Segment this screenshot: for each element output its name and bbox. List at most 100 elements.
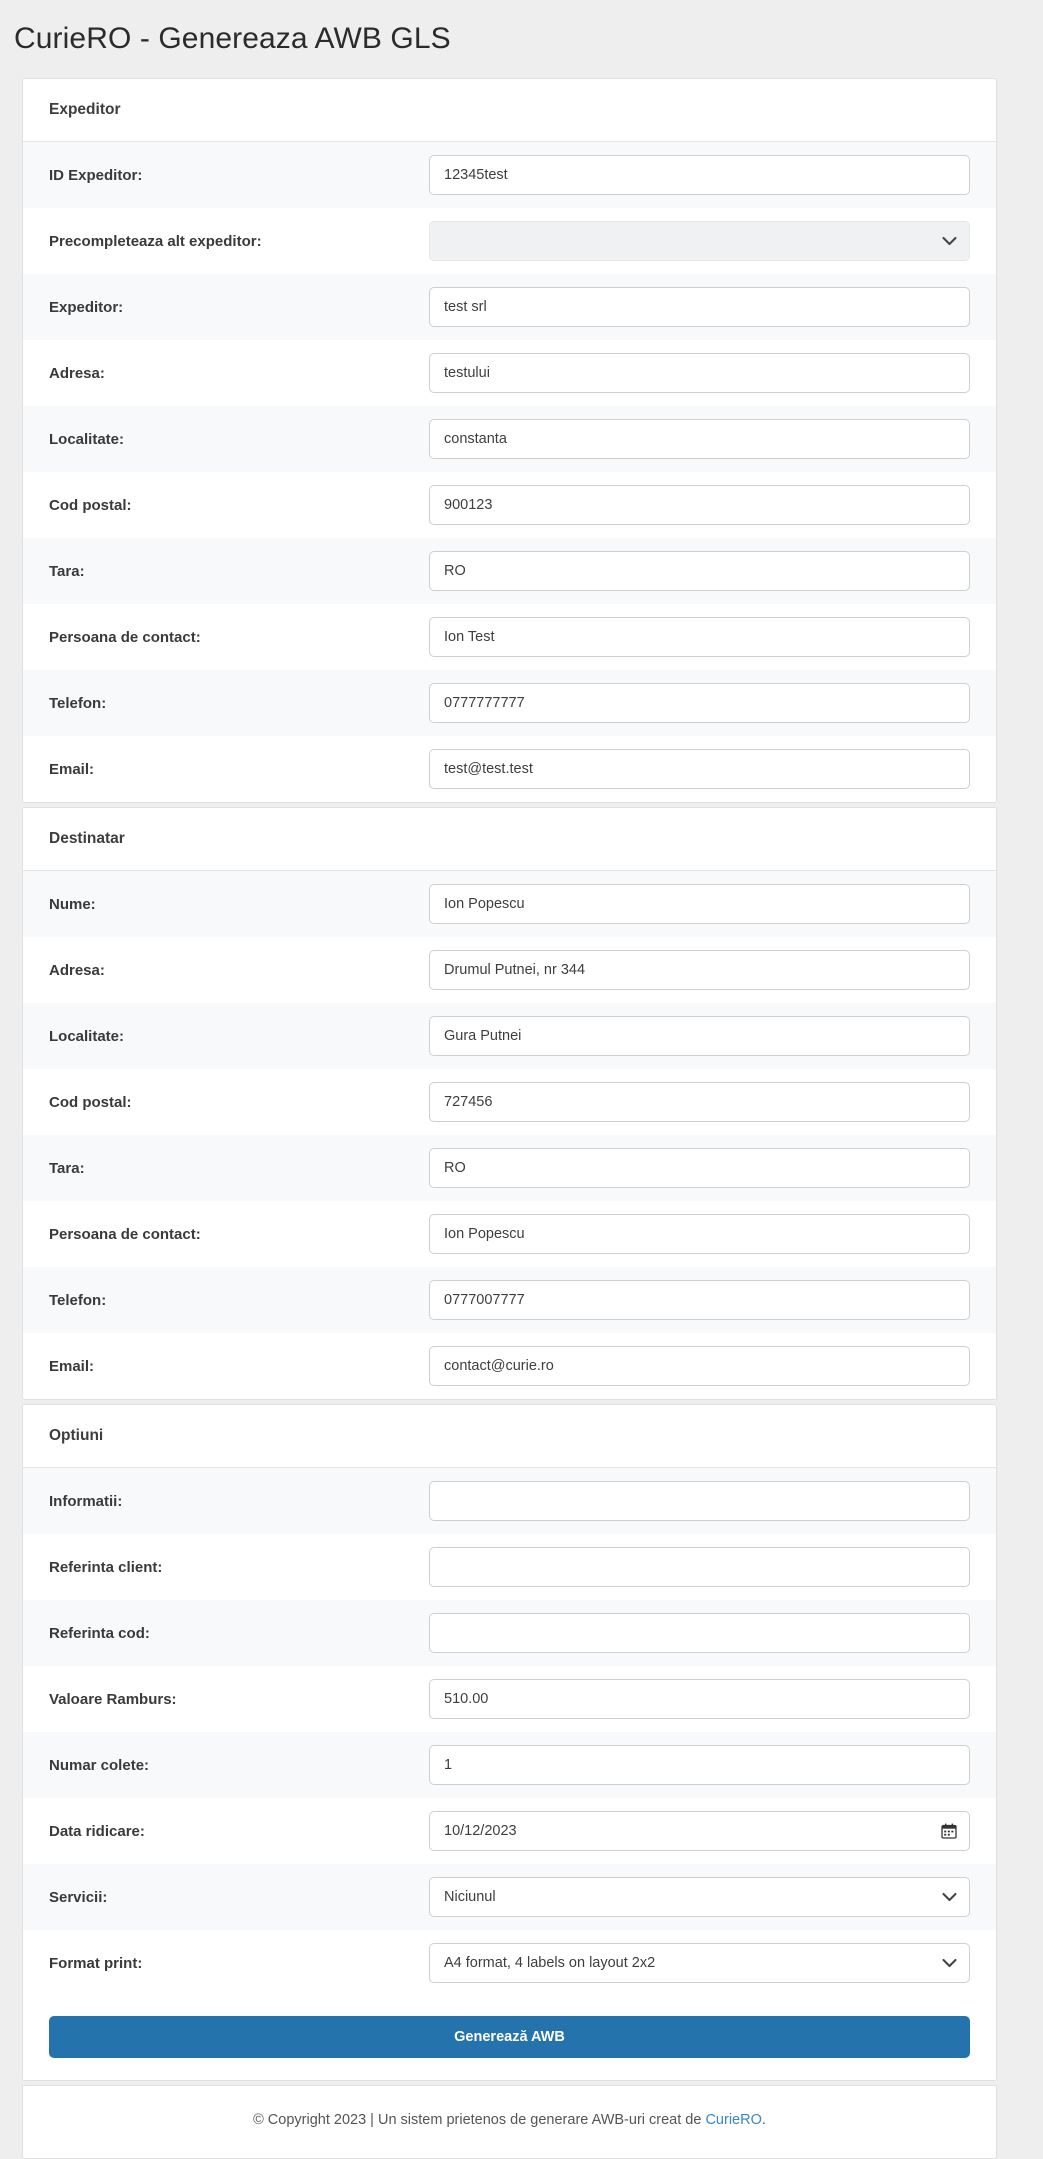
input-expeditor-email[interactable] — [429, 749, 970, 789]
label-expeditor-persoana-contact: Persoana de contact: — [49, 628, 201, 646]
form-row-referinta-client: Referinta client: — [23, 1534, 996, 1600]
form-row-data-ridicare: Data ridicare: — [23, 1798, 996, 1864]
form-row-expeditor-telefon: Telefon: — [23, 670, 996, 736]
control-wrap-referinta-cod — [429, 1613, 970, 1653]
input-expeditor-cod-postal[interactable] — [429, 485, 970, 525]
form-row-expeditor-nume: Expeditor: — [23, 274, 996, 340]
label-expeditor-localitate: Localitate: — [49, 430, 125, 448]
footer-curiero-link[interactable]: CurieRO — [705, 2112, 761, 2128]
label-precompleteaza-alt-expeditor: Precompleteaza alt expeditor: — [49, 232, 262, 250]
label-destinatar-persoana-contact: Persoana de contact: — [49, 1225, 201, 1243]
form-row-expeditor-persoana-contact: Persoana de contact: — [23, 604, 996, 670]
form-row-destinatar-cod-postal: Cod postal: — [23, 1069, 996, 1135]
label-destinatar-adresa: Adresa: — [49, 961, 105, 979]
control-wrap-expeditor-cod-postal — [429, 485, 970, 525]
control-wrap-expeditor-localitate — [429, 419, 970, 459]
control-wrap-destinatar-cod-postal — [429, 1082, 970, 1122]
control-wrap-expeditor-email — [429, 749, 970, 789]
input-destinatar-adresa[interactable] — [429, 950, 970, 990]
control-wrap-referinta-client — [429, 1547, 970, 1587]
form-row-referinta-cod: Referinta cod: — [23, 1600, 996, 1666]
input-destinatar-localitate[interactable] — [429, 1016, 970, 1056]
input-destinatar-nume[interactable] — [429, 884, 970, 924]
footer: © Copyright 2023 | Un sistem prietenos d… — [22, 2085, 997, 2159]
input-referinta-client[interactable] — [429, 1547, 970, 1587]
form-row-informatii: Informatii: — [23, 1468, 996, 1534]
label-destinatar-tara: Tara: — [49, 1159, 85, 1177]
label-format-print: Format print: — [49, 1954, 143, 1972]
label-id-expeditor: ID Expeditor: — [49, 166, 143, 184]
control-wrap-destinatar-adresa — [429, 950, 970, 990]
form-row-destinatar-email: Email: — [23, 1333, 996, 1399]
form-row-destinatar-persoana-contact: Persoana de contact: — [23, 1201, 996, 1267]
input-destinatar-cod-postal[interactable] — [429, 1082, 970, 1122]
card-header-expeditor: Expeditor — [23, 79, 996, 142]
input-expeditor-persoana-contact[interactable] — [429, 617, 970, 657]
control-wrap-format-print: A4 format, 4 labels on layout 2x2 — [429, 1943, 970, 1983]
input-destinatar-persoana-contact[interactable] — [429, 1214, 970, 1254]
submit-area: Generează AWB — [23, 1996, 996, 2080]
input-destinatar-telefon[interactable] — [429, 1280, 970, 1320]
form-row-expeditor-email: Email: — [23, 736, 996, 802]
label-referinta-client: Referinta client: — [49, 1558, 163, 1576]
card-destinatar: Destinatar Nume: Adresa: Localitate: Cod pos… — [22, 807, 997, 1400]
control-wrap-servicii: Niciunul — [429, 1877, 970, 1917]
form-row-destinatar-nume: Nume: — [23, 871, 996, 937]
input-expeditor-localitate[interactable] — [429, 419, 970, 459]
control-wrap-expeditor-nume — [429, 287, 970, 327]
label-servicii: Servicii: — [49, 1888, 108, 1906]
card-optiuni: Optiuni Informatii: Referinta client: Refer… — [22, 1404, 997, 2081]
select-format-print[interactable]: A4 format, 4 labels on layout 2x2 — [429, 1943, 970, 1983]
label-expeditor-tara: Tara: — [49, 562, 85, 580]
control-wrap-destinatar-nume — [429, 884, 970, 924]
form-row-destinatar-adresa: Adresa: — [23, 937, 996, 1003]
form-row-id-expeditor: ID Expeditor: — [23, 142, 996, 208]
control-wrap-numar-colete — [429, 1745, 970, 1785]
control-wrap-id-expeditor — [429, 155, 970, 195]
input-expeditor-tara[interactable] — [429, 551, 970, 591]
control-wrap-destinatar-email — [429, 1346, 970, 1386]
form-row-expeditor-localitate: Localitate: — [23, 406, 996, 472]
input-expeditor-adresa[interactable] — [429, 353, 970, 393]
label-destinatar-localitate: Localitate: — [49, 1027, 125, 1045]
footer-text-after: . — [761, 2112, 766, 2128]
control-wrap-expeditor-persoana-contact — [429, 617, 970, 657]
input-expeditor-nume[interactable] — [429, 287, 970, 327]
input-numar-colete[interactable] — [429, 1745, 970, 1785]
form-row-destinatar-tara: Tara: — [23, 1135, 996, 1201]
label-valoare-ramburs: Valoare Ramburs: — [49, 1690, 177, 1708]
control-wrap-data-ridicare — [429, 1811, 970, 1851]
control-wrap-expeditor-telefon — [429, 683, 970, 723]
label-destinatar-telefon: Telefon: — [49, 1291, 107, 1309]
control-wrap-destinatar-telefon — [429, 1280, 970, 1320]
select-servicii[interactable]: Niciunul — [429, 1877, 970, 1917]
label-referinta-cod: Referinta cod: — [49, 1624, 150, 1642]
form-row-destinatar-telefon: Telefon: — [23, 1267, 996, 1333]
label-expeditor-adresa: Adresa: — [49, 364, 105, 382]
label-numar-colete: Numar colete: — [49, 1756, 150, 1774]
form-row-numar-colete: Numar colete: — [23, 1732, 996, 1798]
control-wrap-expeditor-tara — [429, 551, 970, 591]
input-expeditor-telefon[interactable] — [429, 683, 970, 723]
card-header-destinatar: Destinatar — [23, 808, 996, 871]
calendar-icon[interactable] — [941, 1823, 957, 1839]
input-referinta-cod[interactable] — [429, 1613, 970, 1653]
control-wrap-destinatar-persoana-contact — [429, 1214, 970, 1254]
label-destinatar-cod-postal: Cod postal: — [49, 1093, 132, 1111]
control-wrap-precompleteaza-alt-expeditor — [429, 221, 970, 261]
control-wrap-valoare-ramburs — [429, 1679, 970, 1719]
card-header-optiuni: Optiuni — [23, 1405, 996, 1468]
input-data-ridicare[interactable] — [429, 1811, 970, 1851]
label-expeditor-cod-postal: Cod postal: — [49, 496, 132, 514]
form-row-format-print: Format print: A4 format, 4 labels on layo… — [23, 1930, 996, 1996]
input-destinatar-email[interactable] — [429, 1346, 970, 1386]
select-precompleteaza-alt-expeditor[interactable] — [429, 221, 970, 261]
input-valoare-ramburs[interactable] — [429, 1679, 970, 1719]
input-id-expeditor[interactable] — [429, 155, 970, 195]
input-destinatar-tara[interactable] — [429, 1148, 970, 1188]
control-wrap-destinatar-tara — [429, 1148, 970, 1188]
form-container: Expeditor ID Expeditor: Precompleteaza alt… — [22, 78, 997, 2159]
input-informatii[interactable] — [429, 1481, 970, 1521]
generate-awb-button[interactable]: Generează AWB — [49, 2016, 970, 2058]
label-expeditor-nume: Expeditor: — [49, 298, 124, 316]
